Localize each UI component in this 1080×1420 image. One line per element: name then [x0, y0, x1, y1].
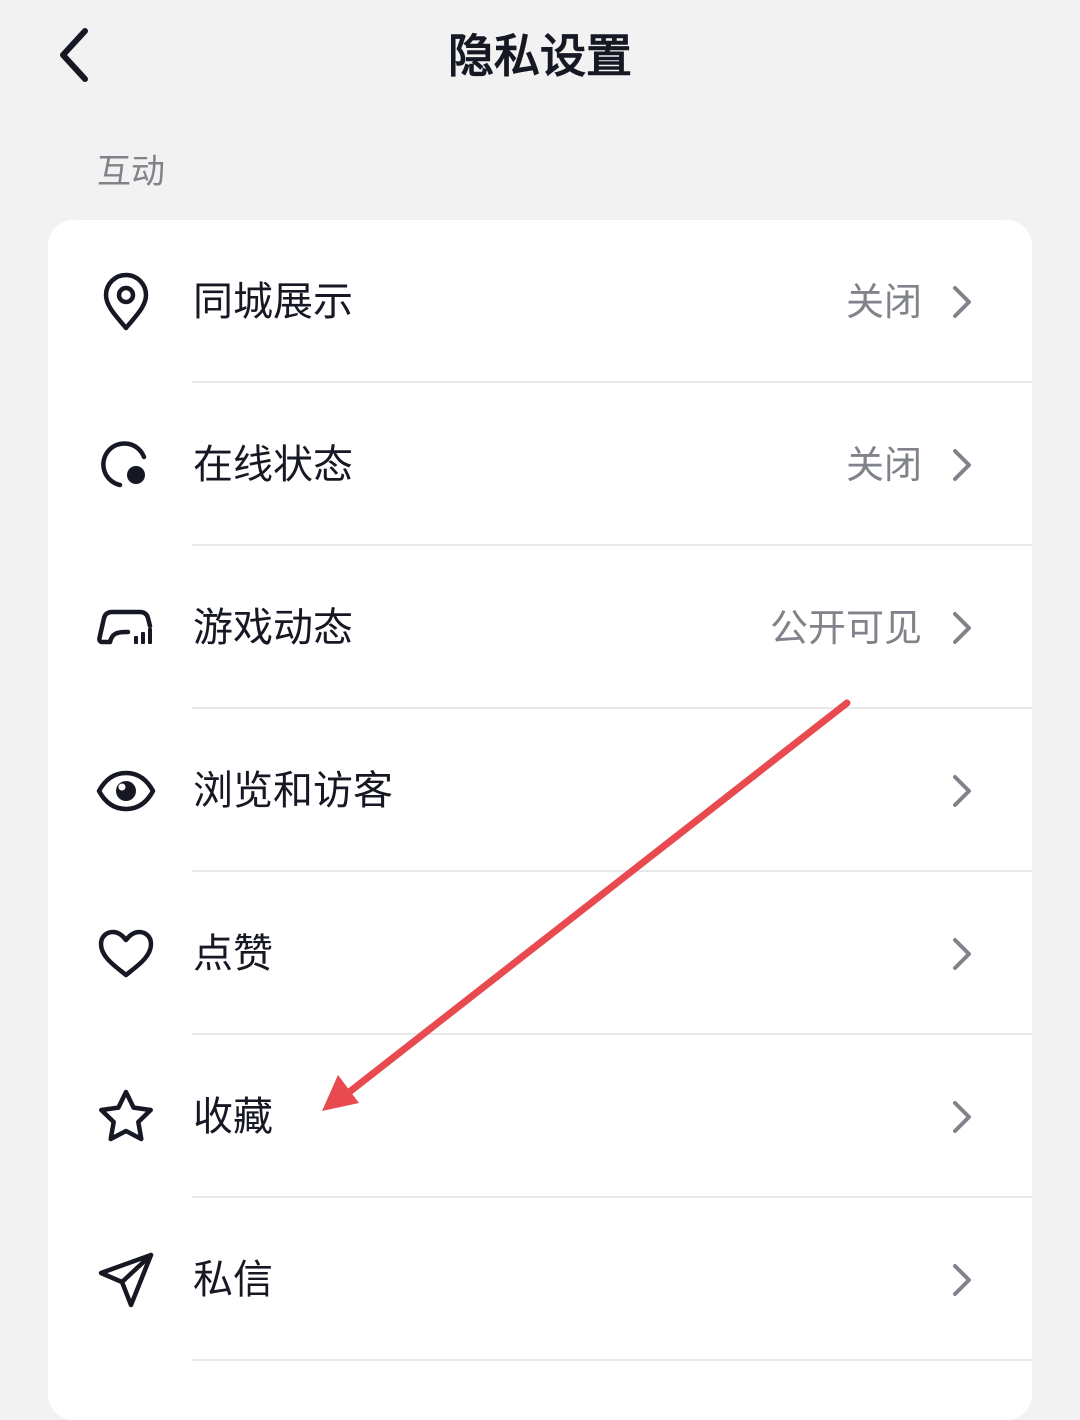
page-title: 隐私设置 — [448, 29, 632, 83]
chevron-right-icon — [942, 934, 982, 974]
game-controller-icon — [96, 598, 156, 658]
chevron-right-icon — [942, 608, 982, 648]
chevron-right-icon — [942, 1260, 982, 1300]
chevron-right-icon — [942, 282, 982, 322]
setting-value: 关闭 — [845, 442, 922, 487]
setting-row-likes[interactable]: 点赞 — [48, 872, 1032, 1035]
setting-label: 浏览和访客 — [193, 767, 393, 814]
star-icon — [96, 1087, 156, 1147]
divider — [192, 1359, 1032, 1361]
setting-value: 公开可见 — [769, 605, 922, 650]
chevron-right-icon — [942, 1097, 982, 1137]
setting-label: 私信 — [193, 1256, 273, 1303]
section-title: 互动 — [97, 152, 165, 192]
online-status-icon — [96, 435, 156, 495]
eye-icon — [96, 761, 156, 821]
chevron-right-icon — [942, 445, 982, 485]
setting-row-views-visitors[interactable]: 浏览和访客 — [48, 709, 1032, 872]
heart-icon — [96, 924, 156, 984]
setting-label: 游戏动态 — [193, 604, 353, 651]
setting-row-favorites[interactable]: 收藏 — [48, 1035, 1032, 1198]
setting-label: 点赞 — [193, 930, 273, 977]
setting-row-game-activity[interactable]: 游戏动态 公开可见 — [48, 546, 1032, 709]
setting-value: 关闭 — [845, 279, 922, 324]
chevron-right-icon — [942, 771, 982, 811]
location-pin-icon — [96, 272, 156, 332]
header-bar: 隐私设置 — [0, 0, 1080, 115]
settings-card: 同城展示 关闭 在线状态 关闭 游戏动态 公开可见 浏览和访客 点赞 收藏 私信 — [48, 220, 1032, 1420]
setting-row-local-display[interactable]: 同城展示 关闭 — [48, 220, 1032, 383]
setting-row-online-status[interactable]: 在线状态 关闭 — [48, 383, 1032, 546]
setting-row-direct-messages[interactable]: 私信 — [48, 1198, 1032, 1361]
send-icon — [96, 1250, 156, 1310]
setting-label: 同城展示 — [193, 278, 353, 325]
setting-label: 收藏 — [193, 1093, 273, 1140]
setting-label: 在线状态 — [193, 441, 353, 488]
